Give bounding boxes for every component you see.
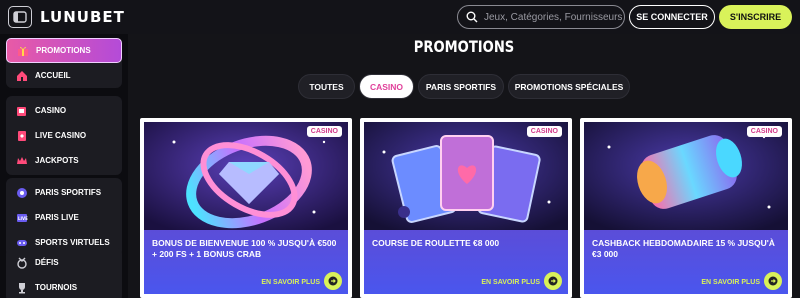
search-placeholder: Jeux, Catégories, Fournisseurs (484, 11, 623, 23)
ball-icon (16, 187, 28, 199)
promo-title: BONUS DE BIENVENUE 100 % JUSQU'À €500 + … (152, 238, 337, 259)
sidebar-group-sports: PARIS SPORTIFS LIVE PARIS LIVE SPORTS VI… (6, 178, 122, 257)
gift-icon (17, 45, 29, 57)
category-tabs: TOUTES CASINO PARIS SPORTIFS PROMOTIONS … (298, 74, 630, 99)
sidebar-item-live-betting[interactable]: LIVE PARIS LIVE (6, 205, 122, 230)
sidebar-item-casino[interactable]: CASINO (6, 98, 122, 123)
sidebar-item-tournaments[interactable]: TOURNOIS (6, 275, 122, 298)
virtual-icon (16, 237, 28, 249)
promo-image-diamond: CASINO (144, 122, 348, 230)
sidebar-item-label: LIVE CASINO (35, 131, 87, 140)
trophy-icon (16, 282, 28, 294)
tab-special-promotions[interactable]: PROMOTIONS SPÉCIALES (508, 74, 630, 99)
sidebar: PROMOTIONS ACCUEIL CASINO LIVE CASINO JA… (0, 34, 128, 298)
search-icon (466, 11, 478, 26)
promo-card[interactable]: CASINO BONUS DE BIENVENUE 100 % JUSQU'À … (140, 118, 352, 298)
sidebar-item-promotions[interactable]: PROMOTIONS (6, 38, 122, 63)
search-input[interactable]: Jeux, Catégories, Fournisseurs (457, 5, 625, 29)
main-content: PROMOTIONS TOUTES CASINO PARIS SPORTIFS … (128, 34, 800, 298)
svg-text:LIVE: LIVE (18, 216, 28, 221)
promo-card-footer: COURSE DE ROULETTE €8 000 EN SAVOIR PLUS (364, 230, 568, 294)
sidebar-item-live-casino[interactable]: LIVE CASINO (6, 123, 122, 148)
sidebar-item-label: PARIS SPORTIFS (35, 188, 102, 197)
promo-card[interactable]: CASINO COURSE DE ROULETTE €8 000 EN SAVO… (360, 118, 572, 298)
arrow-right-icon[interactable] (544, 272, 562, 290)
arrow-right-icon[interactable] (764, 272, 782, 290)
page-title: PROMOTIONS (413, 37, 515, 56)
sidebar-item-challenges[interactable]: DÉFIS (6, 250, 122, 275)
learn-more-link[interactable]: EN SAVOIR PLUS (261, 279, 320, 286)
sidebar-item-home[interactable]: ACCUEIL (6, 63, 122, 88)
sidebar-item-label: PROMOTIONS (36, 46, 91, 55)
sidebar-item-sports-betting[interactable]: PARIS SPORTIFS (6, 180, 122, 205)
learn-more-link[interactable]: EN SAVOIR PLUS (481, 279, 540, 286)
sidebar-item-label: DÉFIS (35, 258, 59, 267)
signup-button[interactable]: S'INSCRIRE (719, 5, 792, 29)
sidebar-item-label: ACCUEIL (35, 71, 71, 80)
category-badge: CASINO (306, 126, 342, 137)
crown-icon (16, 155, 28, 167)
sidebar-group-promo: PROMOTIONS ACCUEIL (6, 38, 122, 88)
tab-casino[interactable]: CASINO (359, 74, 414, 99)
medal-icon (16, 257, 28, 269)
promo-card-footer: BONUS DE BIENVENUE 100 % JUSQU'À €500 + … (144, 230, 348, 294)
arrow-right-icon[interactable] (324, 272, 342, 290)
home-icon (16, 70, 28, 82)
sidebar-item-label: TOURNOIS (35, 283, 78, 292)
brand-logo[interactable]: LUNUBET (40, 8, 125, 26)
category-badge: CASINO (746, 126, 782, 137)
learn-more-link[interactable]: EN SAVOIR PLUS (701, 279, 760, 286)
sidebar-group-casino: CASINO LIVE CASINO JACKPOTS (6, 96, 122, 175)
top-bar: LUNUBET Jeux, Catégories, Fournisseurs S… (0, 0, 800, 34)
live-icon: LIVE (16, 212, 28, 224)
promo-image-cards: CASINO (364, 122, 568, 230)
promo-card[interactable]: CASINO CASHBACK HEBDOMADAIRE 15 % JUSQU'… (580, 118, 792, 298)
promo-card-footer: CASHBACK HEBDOMADAIRE 15 % JUSQU'À €3 00… (584, 230, 788, 294)
sidebar-toggle-icon (13, 11, 27, 23)
sidebar-toggle-button[interactable] (8, 6, 32, 28)
sidebar-item-jackpots[interactable]: JACKPOTS (6, 148, 122, 173)
tab-all[interactable]: TOUTES (298, 74, 355, 99)
sidebar-group-challenges: DÉFIS TOURNOIS (6, 248, 122, 298)
promo-image-slot: CASINO (584, 122, 788, 230)
cards-icon (16, 130, 28, 142)
promo-title: COURSE DE ROULETTE €8 000 (372, 238, 500, 248)
sidebar-item-label: SPORTS VIRTUELS (35, 238, 110, 247)
slot-icon (16, 105, 28, 117)
promo-title: CASHBACK HEBDOMADAIRE 15 % JUSQU'À €3 00… (592, 238, 775, 259)
sidebar-item-label: JACKPOTS (35, 156, 79, 165)
sidebar-item-label: CASINO (35, 106, 67, 115)
tab-sports-betting[interactable]: PARIS SPORTIFS (418, 74, 504, 99)
category-badge: CASINO (526, 126, 562, 137)
sidebar-item-label: PARIS LIVE (35, 213, 79, 222)
login-button[interactable]: SE CONNECTER (629, 5, 715, 29)
